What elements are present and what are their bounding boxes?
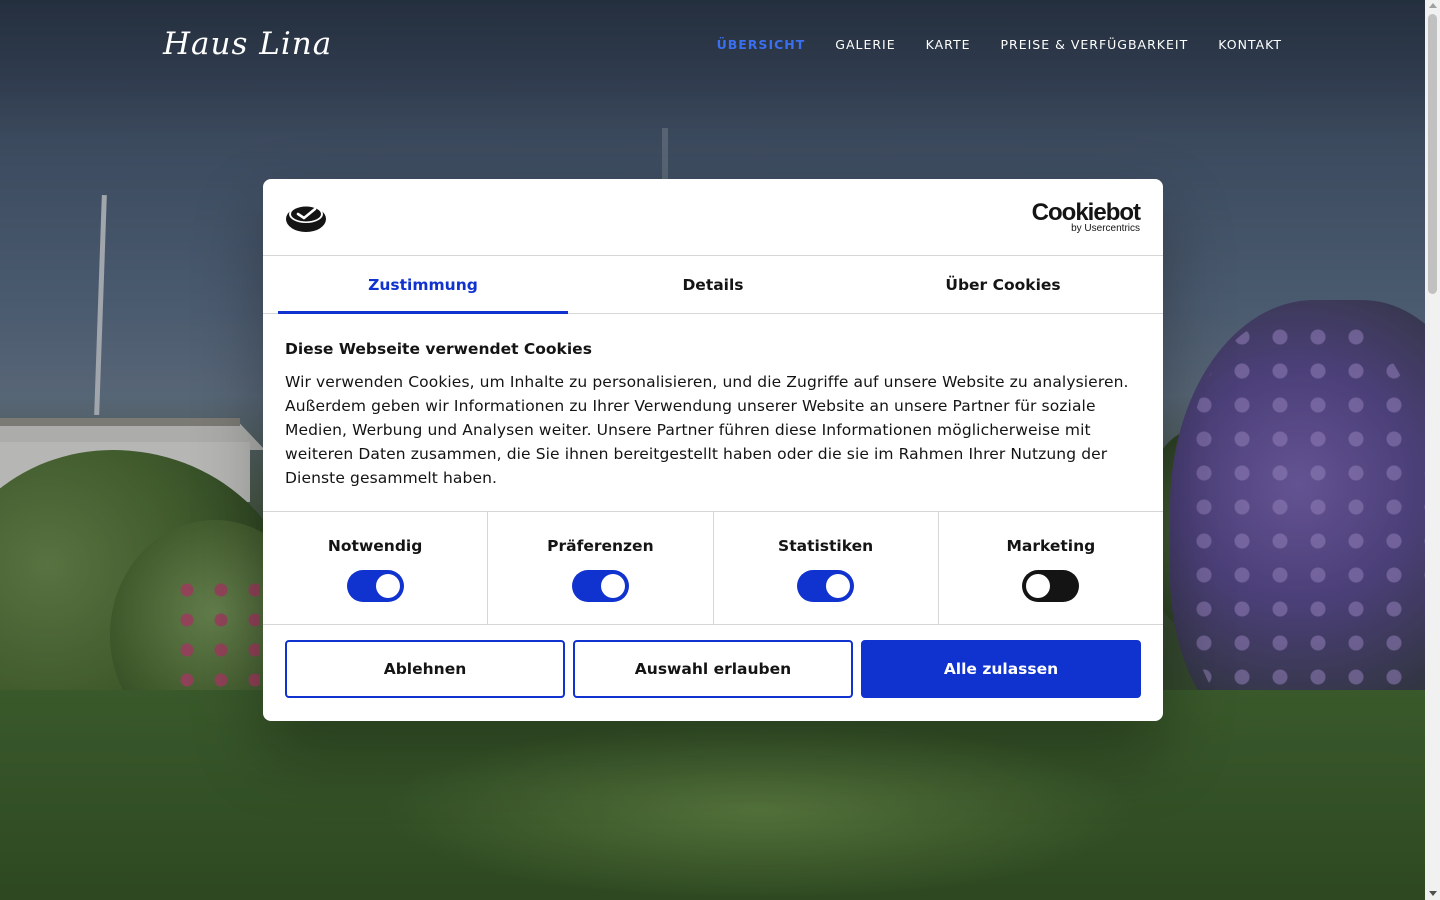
- main-nav: ÜBERSICHT GALERIE KARTE PREISE & VERFÜGB…: [687, 37, 1282, 52]
- category-label: Notwendig: [327, 537, 423, 555]
- site-cookie-logo-icon: [286, 205, 326, 232]
- scroll-down-arrow-icon[interactable]: [1428, 891, 1437, 896]
- site-logo[interactable]: Haus Lina: [163, 26, 332, 62]
- toggle-knob: [375, 574, 400, 598]
- tab-zustimmung[interactable]: Zustimmung: [278, 256, 568, 314]
- category-label: Präferenzen: [547, 537, 654, 555]
- category-label: Marketing: [1006, 537, 1096, 555]
- toggle-statistiken[interactable]: [797, 570, 855, 602]
- dialog-tabs: Zustimmung Details Über Cookies: [263, 256, 1163, 314]
- nav-item-uebersicht[interactable]: ÜBERSICHT: [717, 37, 806, 52]
- nav-item-preise[interactable]: PREISE & VERFÜGBARKEIT: [1000, 37, 1188, 52]
- decline-button[interactable]: Ablehnen: [285, 640, 565, 698]
- toggle-knob: [600, 574, 625, 598]
- dialog-actions: Ablehnen Auswahl erlauben Alle zulassen: [263, 625, 1163, 713]
- cookie-consent-dialog: Cookiebot by Usercentrics Zustimmung Det…: [263, 179, 1163, 721]
- toggle-knob: [1026, 574, 1051, 598]
- nav-item-karte[interactable]: KARTE: [926, 37, 971, 52]
- category-label: Statistiken: [778, 537, 874, 555]
- site-header: Haus Lina ÜBERSICHT GALERIE KARTE PREISE…: [0, 0, 1425, 90]
- tab-ueber-cookies[interactable]: Über Cookies: [858, 256, 1148, 313]
- scroll-up-arrow-icon[interactable]: [1428, 3, 1437, 8]
- category-marketing: Marketing: [939, 512, 1163, 624]
- dialog-body: Diese Webseite verwendet Cookies Wir ver…: [263, 314, 1163, 511]
- page-scrollbar[interactable]: [1425, 0, 1440, 900]
- toggle-knob: [826, 574, 851, 598]
- nav-item-galerie[interactable]: GALERIE: [835, 37, 895, 52]
- dialog-header: Cookiebot by Usercentrics: [263, 179, 1163, 256]
- tab-details[interactable]: Details: [568, 256, 858, 313]
- brand-name: Cookiebot: [1031, 199, 1141, 226]
- dialog-heading: Diese Webseite verwendet Cookies: [285, 340, 592, 358]
- toggle-praeferenzen[interactable]: [571, 570, 629, 602]
- scrollbar-thumb[interactable]: [1428, 14, 1437, 294]
- allow-all-button[interactable]: Alle zulassen: [861, 640, 1141, 698]
- consent-categories: Notwendig Präferenzen Statistiken Market…: [263, 511, 1163, 625]
- allow-selection-button[interactable]: Auswahl erlauben: [573, 640, 853, 698]
- toggle-marketing[interactable]: [1022, 570, 1080, 602]
- category-notwendig: Notwendig: [263, 512, 489, 624]
- dialog-description: Wir verwenden Cookies, um Inhalte zu per…: [285, 373, 1129, 487]
- category-praeferenzen: Präferenzen: [488, 512, 714, 624]
- category-statistiken: Statistiken: [714, 512, 939, 624]
- nav-item-kontakt[interactable]: KONTAKT: [1218, 37, 1282, 52]
- toggle-notwendig[interactable]: [346, 570, 404, 602]
- cookiebot-brand-logo[interactable]: Cookiebot by Usercentrics: [1031, 199, 1141, 234]
